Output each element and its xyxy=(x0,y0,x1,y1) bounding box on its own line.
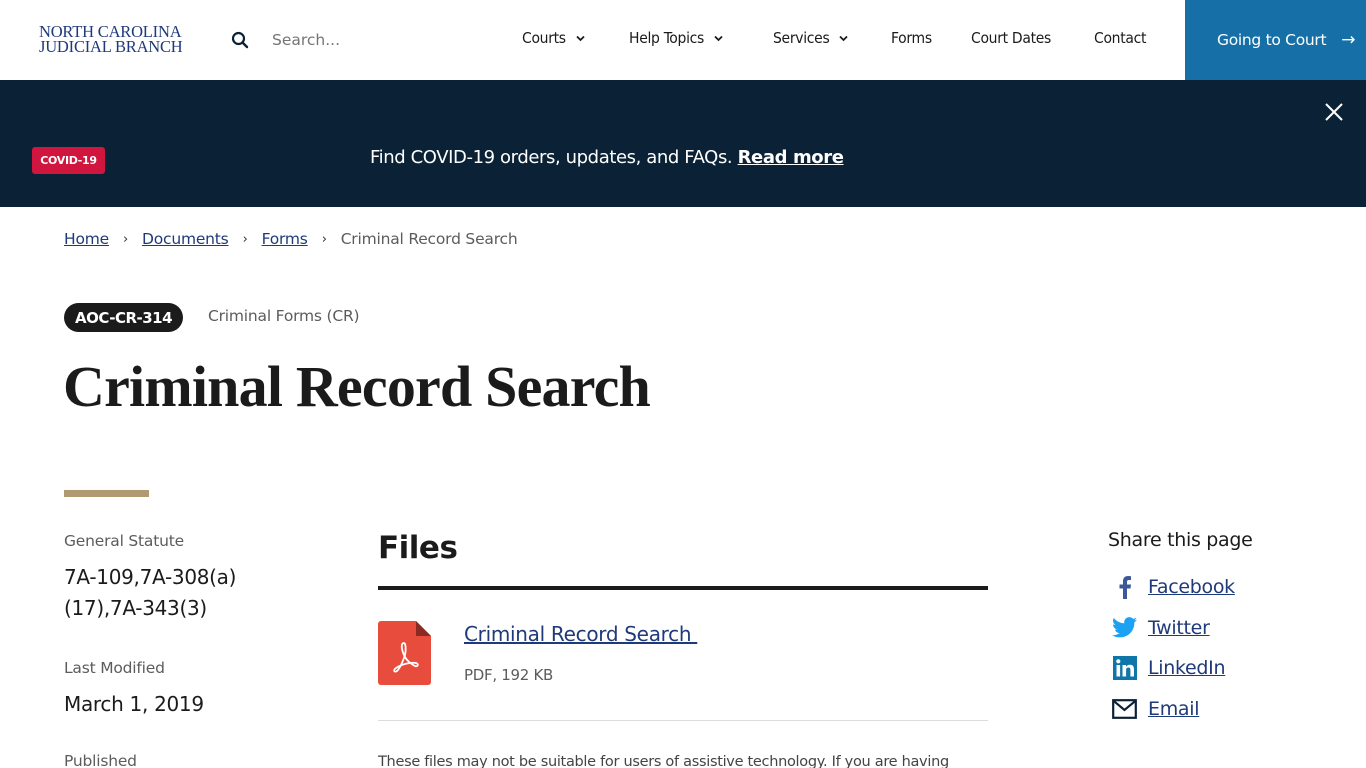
published-label: Published xyxy=(64,752,137,768)
email-icon xyxy=(1112,696,1137,721)
nav-help-topics[interactable]: Help Topics xyxy=(629,29,724,47)
chevron-down-icon xyxy=(576,35,585,41)
statute-value-line-2: (17),7A-343(3) xyxy=(64,596,207,620)
site-header: NORTH CAROLINA JUDICIAL BRANCH Courts He… xyxy=(0,0,1366,80)
alert-message-container: Find COVID-19 orders, updates, and FAQs.… xyxy=(370,147,844,168)
share-linkedin-label: LinkedIn xyxy=(1148,656,1226,679)
last-modified-value: March 1, 2019 xyxy=(64,692,204,716)
nav-court-dates-label: Court Dates xyxy=(971,29,1052,47)
share-twitter[interactable]: Twitter xyxy=(1112,615,1210,640)
statute-label: General Statute xyxy=(64,532,184,550)
alert-read-more-link[interactable]: Read more xyxy=(738,147,844,168)
nav-forms-label: Forms xyxy=(891,29,932,47)
accent-divider xyxy=(64,490,149,497)
breadcrumb-separator: › xyxy=(122,231,128,247)
share-facebook[interactable]: Facebook xyxy=(1112,574,1235,599)
breadcrumb-home[interactable]: Home xyxy=(64,230,109,248)
search-input[interactable] xyxy=(262,26,462,54)
breadcrumb: Home › Documents › Forms › Criminal Reco… xyxy=(64,230,518,248)
nav-services-label: Services xyxy=(773,29,830,47)
accessibility-note: These files may not be suitable for user… xyxy=(378,754,949,768)
form-category: Criminal Forms (CR) xyxy=(208,307,360,325)
nav-contact[interactable]: Contact xyxy=(1094,29,1146,47)
going-to-court-label: Going to Court xyxy=(1217,31,1327,49)
share-email[interactable]: Email xyxy=(1112,696,1200,721)
share-twitter-label: Twitter xyxy=(1148,616,1210,639)
share-heading: Share this page xyxy=(1108,529,1253,551)
linkedin-icon xyxy=(1112,655,1137,680)
logo-line-2: JUDICIAL BRANCH xyxy=(39,37,183,56)
site-logo[interactable]: NORTH CAROLINA JUDICIAL BRANCH xyxy=(39,23,183,56)
facebook-icon xyxy=(1112,574,1137,599)
search-icon[interactable] xyxy=(231,31,249,49)
covid-badge: COVID-19 xyxy=(32,147,105,174)
breadcrumb-forms[interactable]: Forms xyxy=(262,230,308,248)
share-linkedin[interactable]: LinkedIn xyxy=(1112,655,1226,680)
share-facebook-label: Facebook xyxy=(1148,575,1235,598)
nav-services[interactable]: Services xyxy=(773,29,849,47)
files-divider xyxy=(378,720,988,721)
nav-courts[interactable]: Courts xyxy=(522,29,586,47)
share-email-label: Email xyxy=(1148,697,1200,720)
chevron-down-icon xyxy=(714,35,723,41)
nav-courts-label: Courts xyxy=(522,29,566,47)
file-meta: PDF, 192 KB xyxy=(464,666,553,684)
nav-court-dates[interactable]: Court Dates xyxy=(971,29,1051,47)
arrow-right-icon: → xyxy=(1341,30,1356,50)
going-to-court-button[interactable]: Going to Court → xyxy=(1185,0,1366,80)
page-title: Criminal Record Search xyxy=(63,354,651,419)
breadcrumb-current: Criminal Record Search xyxy=(340,230,518,248)
close-icon[interactable] xyxy=(1323,101,1345,123)
breadcrumb-documents[interactable]: Documents xyxy=(142,230,229,248)
chevron-down-icon xyxy=(839,35,849,41)
statute-value: 7A-109,7A-308(a) (17),7A-343(3) xyxy=(64,562,236,624)
nav-contact-label: Contact xyxy=(1094,29,1147,47)
form-code-badge: AOC-CR-314 xyxy=(64,303,184,332)
breadcrumb-separator: › xyxy=(242,231,248,247)
files-heading-rule xyxy=(378,586,988,590)
files-heading: Files xyxy=(378,530,458,566)
breadcrumb-separator: › xyxy=(321,231,327,247)
file-download-link[interactable]: Criminal Record Search xyxy=(464,622,697,646)
nav-forms[interactable]: Forms xyxy=(891,29,932,47)
alert-message: Find COVID-19 orders, updates, and FAQs. xyxy=(370,147,733,168)
statute-value-line-1: 7A-109,7A-308(a) xyxy=(64,565,237,589)
pdf-icon[interactable] xyxy=(378,621,431,685)
nav-help-topics-label: Help Topics xyxy=(629,29,705,47)
last-modified-label: Last Modified xyxy=(64,659,165,677)
twitter-icon xyxy=(1112,615,1137,640)
covid-alert-banner xyxy=(0,80,1366,207)
